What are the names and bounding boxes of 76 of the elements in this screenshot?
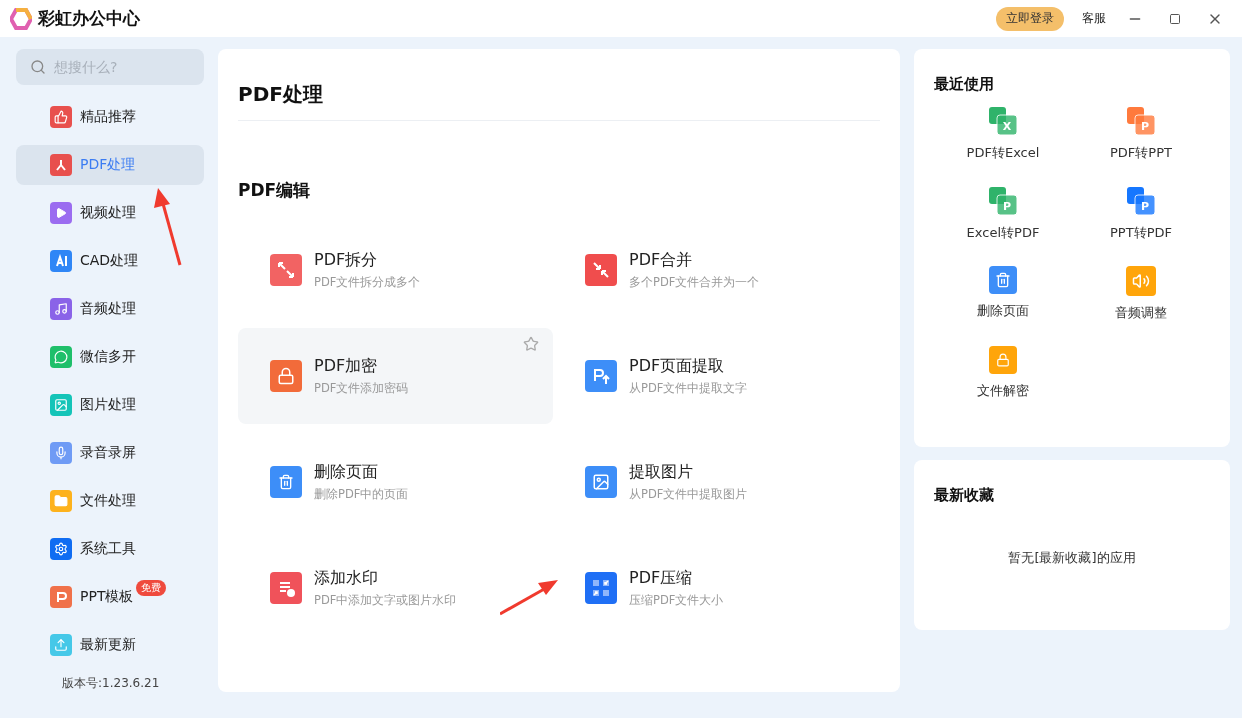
- support-button[interactable]: 客服: [1076, 10, 1112, 27]
- sidebar-item[interactable]: 图片处理: [16, 385, 204, 425]
- tool-name: PDF拆分: [314, 250, 379, 271]
- tool-name: PDF合并: [629, 250, 694, 271]
- sidebar-item[interactable]: 录音录屏: [16, 433, 204, 473]
- empty-message: 暂无[最新收藏]的应用: [1008, 549, 1136, 567]
- sidebar-label: 图片处理: [80, 396, 136, 414]
- tool-description: 从PDF文件中提取图片: [629, 487, 748, 502]
- sidebar-label: 录音录屏: [80, 444, 136, 462]
- compress-arrows-icon: [585, 572, 617, 604]
- sidebar-item[interactable]: 系统工具: [16, 529, 204, 569]
- trash-icon: [270, 466, 302, 498]
- sidebar-item[interactable]: 微信多开: [16, 337, 204, 377]
- sidebar-item[interactable]: 视频处理: [16, 193, 204, 233]
- logo-icon: [10, 7, 32, 30]
- tool-description: 压缩PDF文件大小: [629, 593, 724, 608]
- section-title: PDF编辑: [238, 179, 312, 202]
- tool-description: 多个PDF文件合并为一个: [629, 275, 760, 290]
- tool-description: 删除PDF中的页面: [314, 487, 409, 502]
- search-icon: [30, 59, 46, 75]
- tool-name: PDF加密: [314, 356, 379, 377]
- sidebar-label: 音频处理: [80, 300, 136, 318]
- tool-card[interactable]: PDF加密 PDF文件添加密码: [238, 328, 553, 424]
- tool-name: 删除页面: [314, 462, 379, 483]
- recent-app-label[interactable]: PDF转PPT: [1110, 144, 1172, 162]
- recent-app-label[interactable]: PPT转PDF: [1110, 224, 1172, 242]
- sidebar-label: 微信多开: [80, 348, 136, 366]
- page-title: PDF处理: [238, 49, 880, 121]
- tool-description: PDF中添加文字或图片水印: [314, 593, 457, 608]
- sidebar-item[interactable]: 精品推荐: [16, 97, 204, 137]
- sidebar-label: 精品推荐: [80, 108, 136, 126]
- app-title: 彩虹办公中心: [38, 7, 140, 30]
- sidebar-label: CAD处理: [80, 252, 139, 270]
- sidebar-item[interactable]: 音频处理: [16, 289, 204, 329]
- sidebar-label: PDF处理: [80, 156, 136, 174]
- tool-name: 提取图片: [629, 462, 694, 483]
- tool-card[interactable]: 删除页面 删除PDF中的页面: [238, 434, 553, 530]
- tool-card[interactable]: PDF压缩 压缩PDF文件大小: [553, 540, 868, 636]
- sidebar-label: PPT模板: [80, 588, 134, 606]
- tool-name: PDF压缩: [629, 568, 694, 589]
- image-icon: [585, 466, 617, 498]
- split-arrows-icon: [270, 254, 302, 286]
- recent-app-label[interactable]: 删除页面: [977, 302, 1029, 320]
- tool-card[interactable]: PDF拆分 PDF文件拆分成多个: [238, 222, 553, 318]
- tool-card[interactable]: 提取图片 从PDF文件中提取图片: [553, 434, 868, 530]
- annotation-arrow: [500, 580, 560, 616]
- recent-app-label[interactable]: Excel转PDF: [966, 224, 1040, 242]
- lock-icon: [270, 360, 302, 392]
- sidebar-item[interactable]: 文件处理: [16, 481, 204, 521]
- version-text: 版本号:1.23.6.21: [61, 675, 161, 692]
- sidebar-label: 系统工具: [80, 540, 136, 558]
- tool-card[interactable]: PDF合并 多个PDF文件合并为一个: [553, 222, 868, 318]
- free-badge: 免费: [136, 580, 166, 596]
- star-icon[interactable]: [523, 336, 539, 352]
- sidebar-item[interactable]: 最新更新: [16, 625, 204, 665]
- sidebar-label: 视频处理: [80, 204, 136, 222]
- tool-description: 从PDF文件中提取文字: [629, 381, 748, 396]
- login-button[interactable]: 立即登录: [996, 6, 1064, 31]
- tool-description: PDF文件拆分成多个: [314, 275, 421, 290]
- sidebar-item[interactable]: PPT模板 免费: [16, 577, 204, 617]
- tool-name: 添加水印: [314, 568, 379, 589]
- card-title: 最近使用: [934, 75, 995, 94]
- sidebar-label: 文件处理: [80, 492, 136, 510]
- recent-app-label[interactable]: 文件解密: [977, 382, 1029, 400]
- tool-name: PDF页面提取: [629, 356, 726, 377]
- page-extract-icon: [585, 360, 617, 392]
- tool-card[interactable]: PDF页面提取 从PDF文件中提取文字: [553, 328, 868, 424]
- card-title: 最新收藏: [934, 486, 995, 505]
- tool-card[interactable]: 添加水印 PDF中添加文字或图片水印: [238, 540, 553, 636]
- sidebar-label: 最新更新: [80, 636, 136, 654]
- document-stamp-icon: [270, 572, 302, 604]
- merge-arrows-icon: [585, 254, 617, 286]
- recent-app-label[interactable]: 音频调整: [1115, 304, 1167, 322]
- sidebar-item[interactable]: CAD处理: [16, 241, 204, 281]
- tool-description: PDF文件添加密码: [314, 381, 409, 396]
- recent-app-label[interactable]: PDF转Excel: [966, 144, 1040, 162]
